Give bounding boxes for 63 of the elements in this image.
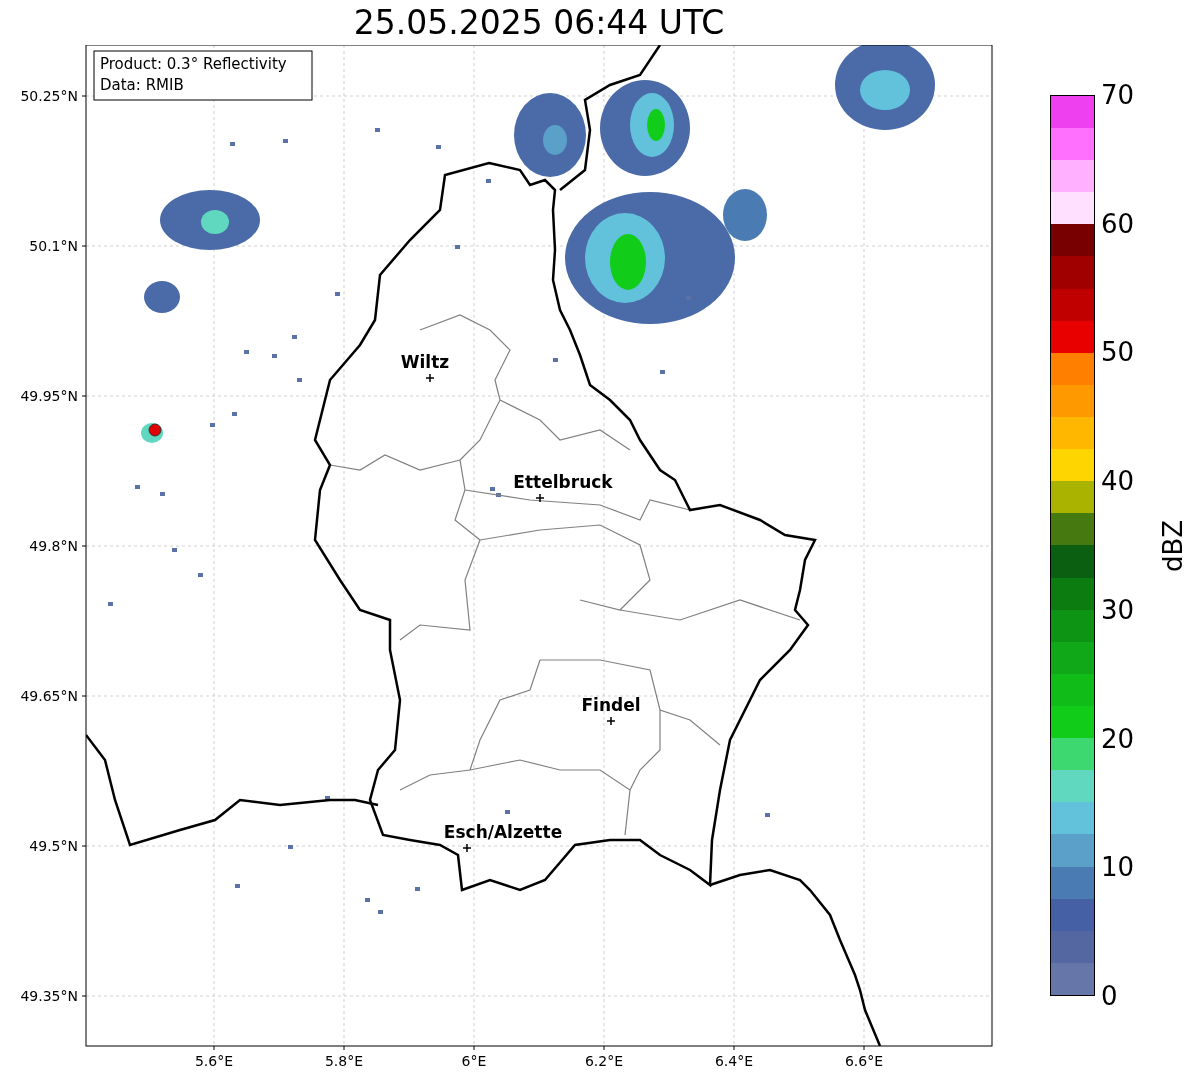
city-label: Esch/Alzette	[443, 822, 563, 842]
radar-echo	[505, 810, 510, 814]
latitude-label: 49.8°N	[29, 538, 78, 554]
radar-echo	[272, 354, 277, 358]
radar-echo	[297, 378, 302, 382]
colorbar-tick-label: 50	[1101, 337, 1135, 368]
radar-echo	[108, 602, 113, 606]
radar-echo	[135, 485, 140, 489]
radar-echo	[244, 350, 249, 354]
legend-text: Product: 0.3° Reflectivity	[100, 55, 287, 73]
radar-echo	[230, 142, 235, 146]
latitude-label: 50.25°N	[20, 88, 78, 104]
radar-echo	[283, 139, 288, 143]
city-marker-icon	[462, 843, 472, 853]
radar-echo	[232, 412, 237, 416]
radar-echo	[172, 548, 177, 552]
radar-echo	[486, 179, 491, 183]
latitude-label: 49.95°N	[20, 388, 78, 404]
colorbar-tick-label: 70	[1101, 80, 1135, 110]
colorbar-label: dBZ	[1158, 519, 1184, 572]
radar-echo	[160, 492, 165, 496]
latitude-label: 50.1°N	[29, 238, 78, 254]
city-marker-icon	[606, 716, 616, 726]
city-label: Findel	[581, 695, 641, 715]
longitude-label: 5.6°E	[194, 1053, 234, 1069]
colorbar-tick-label: 0	[1101, 981, 1118, 1011]
radar-site-icon	[148, 423, 162, 437]
longitude-label: 6.6°E	[844, 1053, 884, 1069]
map-title: 25.05.2025 06:44 UTC	[353, 2, 725, 43]
latitude-label: 49.5°N	[29, 838, 78, 854]
longitude-label: 6°E	[461, 1053, 487, 1069]
radar-echo	[553, 358, 558, 362]
radar-echo	[198, 573, 203, 577]
radar-echo	[765, 813, 770, 817]
radar-echo	[288, 845, 293, 849]
city-label: Ettelbruck	[513, 472, 613, 492]
colorbar-tick-label: 40	[1101, 466, 1135, 497]
colorbar-tick-label: 10	[1101, 852, 1135, 883]
longitude-label: 5.8°E	[324, 1053, 364, 1069]
longitude-label: 6.4°E	[714, 1053, 754, 1069]
colorbar-tick-label: 30	[1101, 594, 1135, 625]
colorbar-tick-label: 20	[1101, 723, 1135, 754]
colorbar-tick-label: 60	[1101, 208, 1135, 239]
radar-echo	[325, 796, 330, 800]
city-label: Wiltz	[400, 352, 450, 372]
radar-echo	[415, 887, 420, 891]
radar-echo	[235, 884, 240, 888]
radar-echo	[365, 898, 370, 902]
radar-echo	[378, 910, 383, 914]
longitude-label: 6.2°E	[584, 1053, 624, 1069]
radar-echo	[292, 335, 297, 339]
radar-echo	[660, 370, 665, 374]
radar-echo	[436, 145, 441, 149]
radar-echo	[335, 292, 340, 296]
radar-echo	[144, 281, 180, 313]
latitude-label: 49.35°N	[20, 988, 78, 1004]
latitude-label: 49.65°N	[20, 688, 78, 704]
radar-echo	[455, 245, 460, 249]
radar-echo	[375, 128, 380, 132]
radar-echo	[210, 423, 215, 427]
city-marker-icon	[425, 373, 435, 383]
legend-text: Data: RMIB	[100, 76, 184, 94]
city-marker-icon	[535, 493, 545, 503]
